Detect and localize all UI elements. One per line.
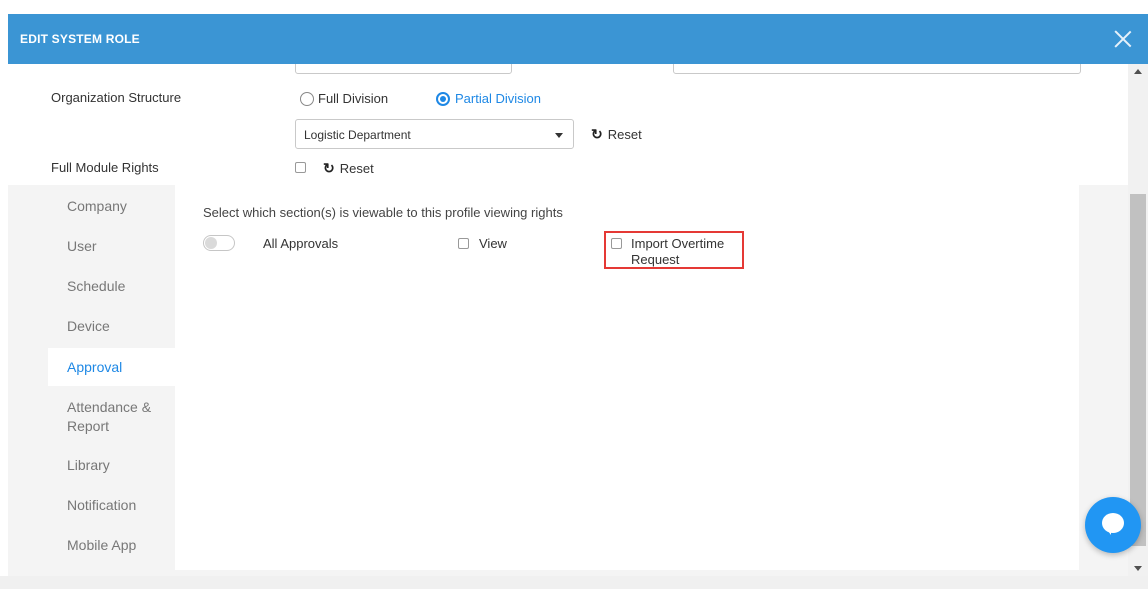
modal-content: Organization Structure Full Division Par… <box>8 64 1128 576</box>
chat-icon-tail <box>1105 527 1111 535</box>
modal-header: EDIT SYSTEM ROLE <box>8 14 1148 64</box>
close-icon[interactable] <box>1112 28 1134 50</box>
all-approvals-toggle[interactable] <box>203 235 235 251</box>
sidebar-item-attendance-report[interactable]: Attendance & Report <box>48 398 158 436</box>
import-overtime-checkbox[interactable] <box>611 238 622 249</box>
module-reset-button[interactable]: ↻ Reset <box>323 160 374 177</box>
radio-full-division[interactable] <box>300 92 314 106</box>
scroll-up-icon[interactable] <box>1134 69 1142 74</box>
reset-icon: ↻ <box>323 160 335 176</box>
reset-icon: ↻ <box>591 126 603 142</box>
org-reset-button[interactable]: ↻ Reset <box>591 126 642 143</box>
module-sidebar: Company User Schedule Device Approval At… <box>48 185 176 576</box>
department-select-value: Logistic Department <box>304 128 411 142</box>
sidebar-item-mobile-app[interactable]: Mobile App <box>48 536 176 555</box>
sidebar-item-approval[interactable]: Approval <box>48 348 176 386</box>
module-reset-label: Reset <box>339 161 374 176</box>
page-footer <box>0 576 1148 589</box>
import-overtime-label: Import Overtime Request <box>631 236 725 267</box>
sidebar-item-company[interactable]: Company <box>48 197 176 216</box>
modal-title: EDIT SYSTEM ROLE <box>20 32 140 46</box>
view-label: View <box>479 236 507 251</box>
view-checkbox[interactable] <box>458 238 469 249</box>
toggle-knob <box>205 237 217 249</box>
sidebar-item-device[interactable]: Device <box>48 317 176 336</box>
department-select[interactable]: Logistic Department <box>295 119 574 149</box>
approval-panel: Select which section(s) is viewable to t… <box>175 185 1079 570</box>
full-module-rights-label: Full Module Rights <box>51 160 159 175</box>
full-module-checkbox[interactable] <box>295 162 306 173</box>
scroll-thumb[interactable] <box>1130 194 1146 546</box>
panel-description: Select which section(s) is viewable to t… <box>203 205 563 220</box>
radio-partial-division[interactable] <box>436 92 450 106</box>
chat-button[interactable] <box>1085 497 1141 553</box>
scroll-down-icon[interactable] <box>1134 566 1142 571</box>
sidebar-item-library[interactable]: Library <box>48 456 176 475</box>
all-approvals-label: All Approvals <box>263 236 339 251</box>
radio-partial-division-label[interactable]: Partial Division <box>455 91 541 106</box>
edit-system-role-modal: EDIT SYSTEM ROLE Organization Structure … <box>8 0 1148 576</box>
sidebar-item-notification[interactable]: Notification <box>48 496 176 515</box>
radio-full-division-label[interactable]: Full Division <box>318 91 388 106</box>
sidebar-item-schedule[interactable]: Schedule <box>48 277 176 296</box>
org-structure-label: Organization Structure <box>51 90 182 105</box>
sidebar-item-user[interactable]: User <box>48 237 176 256</box>
top-field-right[interactable] <box>673 64 1081 74</box>
scrollbar[interactable] <box>1128 64 1148 576</box>
org-reset-label: Reset <box>607 127 642 142</box>
chevron-down-icon <box>555 133 563 138</box>
top-field-left[interactable] <box>295 64 512 74</box>
